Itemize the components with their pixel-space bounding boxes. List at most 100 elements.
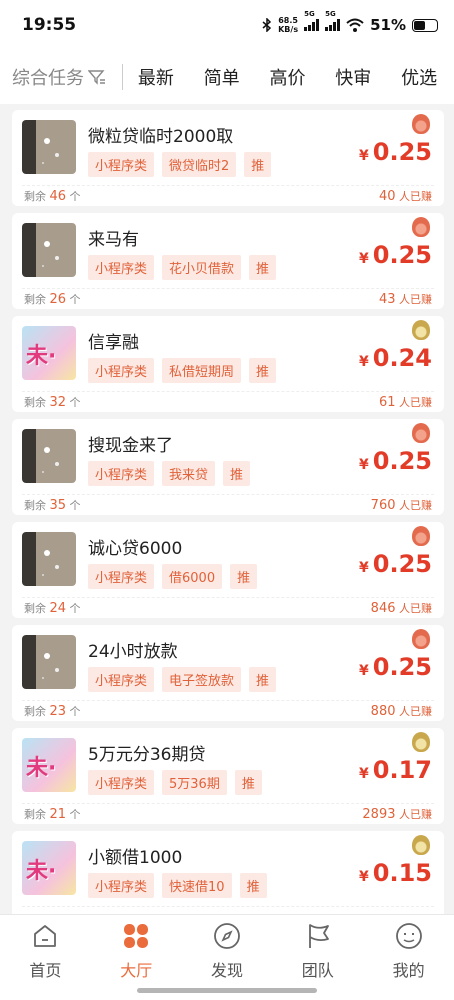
task-tags: 小程序类 我来贷推 <box>88 461 251 486</box>
task-tags: 小程序类 电子签放款推 <box>88 667 277 692</box>
clover-icon <box>121 921 151 951</box>
wifi-icon <box>346 18 364 32</box>
task-list: 微粒贷临时2000取小程序类 微贷临时2 推 ¥0.25 剩余 46 个 40 人已赚 来马… <box>0 104 454 914</box>
tab-fast-review[interactable]: 快审 <box>335 64 371 90</box>
remaining-count: 剩余 32 个 <box>24 394 81 410</box>
earned-count: 846 人已赚 <box>371 600 432 616</box>
task-title: 来马有 <box>88 230 139 250</box>
tab-latest[interactable]: 最新 <box>138 64 174 90</box>
medal-icon <box>412 114 430 134</box>
task-price: ¥0.25 <box>359 550 432 578</box>
task-title: 微粒贷临时2000取 <box>88 127 234 147</box>
task-card[interactable]: 微粒贷临时2000取 小程序类 微贷临时2 推 ¥0.25 剩余 46 个 40 人已赚 <box>12 110 444 206</box>
earned-value: 40 <box>378 189 396 204</box>
thumbnail-art: 未· <box>26 756 57 781</box>
price-amount: 0.25 <box>372 241 432 269</box>
task-card[interactable]: 来马有 小程序类 花小贝借款推 ¥0.25 剩余 26 个 43 人已赚 <box>12 213 444 309</box>
remaining-value: 23 <box>49 704 67 719</box>
medal-icon <box>412 217 430 237</box>
medal-icon <box>412 526 430 546</box>
tab-simple[interactable]: 简单 <box>204 64 240 90</box>
task-thumbnail <box>22 429 76 483</box>
remaining-unit: 个 <box>69 293 81 306</box>
task-tag: 小程序类 <box>88 667 155 692</box>
task-title: 诚心贷6000 <box>88 539 183 559</box>
task-thumbnail: 未· <box>22 738 76 792</box>
battery-percent: 51% <box>370 16 406 34</box>
card-divider <box>22 597 434 598</box>
task-thumbnail: 未· <box>22 841 76 895</box>
remaining-value: 35 <box>49 498 67 513</box>
nav-label: 发现 <box>210 961 243 980</box>
task-tag: 私借短期周 <box>162 358 242 383</box>
nav-item-smile[interactable]: 我的 <box>363 915 454 1000</box>
currency-symbol: ¥ <box>359 869 369 885</box>
remaining-prefix: 剩余 <box>24 190 46 203</box>
sort-tabs: 最新 简单 高价 快审 优选 <box>123 64 454 90</box>
earned-suffix: 人已赚 <box>399 705 432 718</box>
medal-icon <box>412 732 430 752</box>
thumbnail-art: 未· <box>26 859 57 884</box>
earned-suffix: 人已赚 <box>399 499 432 512</box>
flag-icon <box>303 921 333 951</box>
task-price: ¥0.17 <box>359 756 432 784</box>
price-amount: 0.25 <box>372 138 432 166</box>
earned-count: 61 人已赚 <box>379 394 432 410</box>
remaining-unit: 个 <box>69 499 81 512</box>
currency-symbol: ¥ <box>359 766 369 782</box>
task-card[interactable]: 搜现金来了 小程序类 我来贷推 ¥0.25 剩余 35 个 760 人已赚 <box>12 419 444 515</box>
task-tag: 微贷临时2 <box>162 152 237 177</box>
currency-symbol: ¥ <box>359 354 369 370</box>
remaining-value: 46 <box>49 189 67 204</box>
nav-item-home[interactable]: 首页 <box>0 915 91 1000</box>
thumbnail-art: 未· <box>26 344 57 369</box>
task-card[interactable]: 诚心贷6000 小程序类 借6000 推 ¥0.25 剩余 24 个 846 人已赚 <box>12 522 444 618</box>
task-tag: 借6000 <box>162 564 223 589</box>
filter-dropdown[interactable]: 综合任务 <box>0 64 122 90</box>
task-card[interactable]: 未· 小额借1000 小程序类 快速借10 推 ¥0.15 <box>12 831 444 914</box>
task-card[interactable]: 未· 信享融 小程序类 私借短期周推 ¥0.24 剩余 32 个 61 人已赚 <box>12 316 444 412</box>
task-thumbnail: 未· <box>22 326 76 380</box>
card-divider <box>22 185 434 186</box>
earned-count: 760 人已赚 <box>371 497 432 513</box>
net-speed-value: 68.5 <box>278 16 298 25</box>
card-divider <box>22 288 434 289</box>
status-time: 19:55 <box>22 15 77 35</box>
earned-value: 2893 <box>362 807 396 822</box>
remaining-count: 剩余 46 个 <box>24 188 81 204</box>
currency-symbol: ¥ <box>359 148 369 164</box>
task-price: ¥0.15 <box>359 859 432 887</box>
earned-value: 760 <box>370 498 396 513</box>
task-tag: 推 <box>234 770 262 795</box>
card-divider <box>22 803 434 804</box>
signal-label-2: 5G <box>325 10 336 18</box>
price-amount: 0.25 <box>372 550 432 578</box>
task-tags: 小程序类 花小贝借款推 <box>88 255 277 280</box>
remaining-count: 剩余 26 个 <box>24 291 81 307</box>
card-divider <box>22 906 434 907</box>
task-title: 5万元分36期贷 <box>88 745 206 765</box>
remaining-unit: 个 <box>69 602 81 615</box>
task-tag: 小程序类 <box>88 873 155 898</box>
signal-icon-2: 5G <box>325 10 341 31</box>
task-card[interactable]: 未· 5万元分36期贷 小程序类 5万36期推 ¥0.17 剩余 21 个 2893 人已赚 <box>12 728 444 824</box>
task-tag: 小程序类 <box>88 255 155 280</box>
task-price: ¥0.25 <box>359 241 432 269</box>
task-tag: 推 <box>223 461 251 486</box>
tab-preferred[interactable]: 优选 <box>401 64 437 90</box>
currency-symbol: ¥ <box>359 457 369 473</box>
task-card[interactable]: 24小时放款 小程序类 电子签放款推 ¥0.25 剩余 23 个 880 人已赚 <box>12 625 444 721</box>
task-price: ¥0.25 <box>359 653 432 681</box>
earned-count: 880 人已赚 <box>371 703 432 719</box>
filter-label: 综合任务 <box>12 68 84 89</box>
remaining-prefix: 剩余 <box>24 499 46 512</box>
remaining-prefix: 剩余 <box>24 808 46 821</box>
filter-icon <box>88 70 105 85</box>
task-title: 信享融 <box>88 333 139 353</box>
remaining-count: 剩余 23 个 <box>24 703 81 719</box>
nav-label: 团队 <box>301 961 334 980</box>
tab-high-price[interactable]: 高价 <box>269 64 305 90</box>
task-title: 小额借1000 <box>88 848 183 868</box>
smile-icon <box>394 921 424 951</box>
nav-label: 大厅 <box>120 961 153 980</box>
